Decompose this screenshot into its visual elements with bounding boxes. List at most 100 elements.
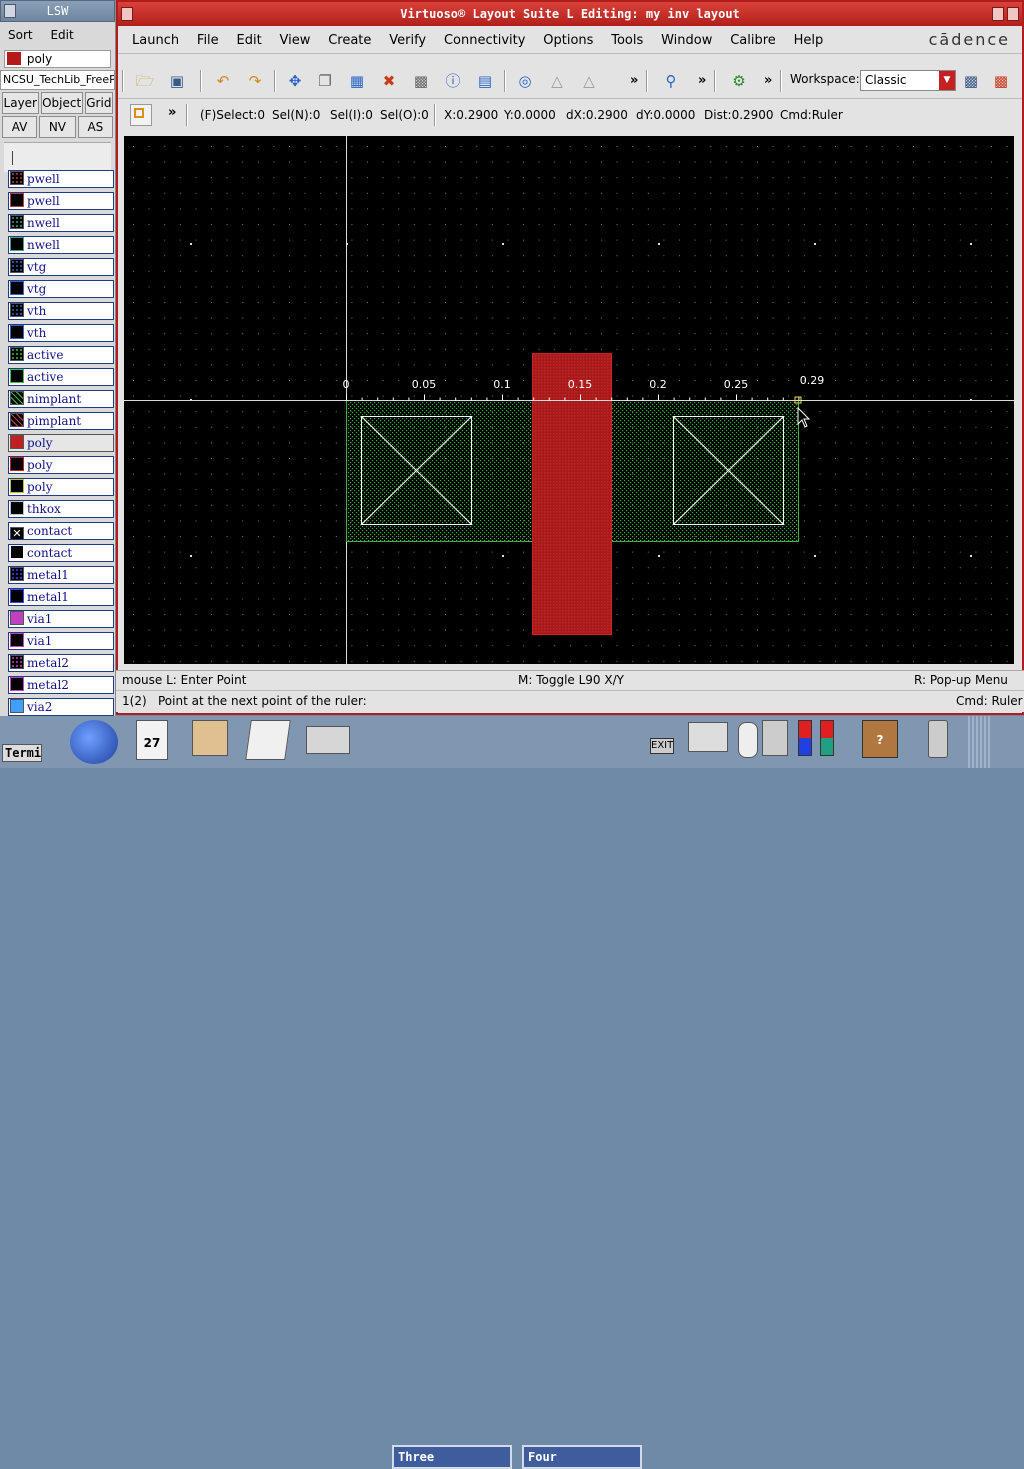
window-menu-icon[interactable] [121,7,133,21]
layer-row-poly[interactable]: poly [8,456,114,474]
layer-row-metal1[interactable]: metal1 [8,566,114,584]
workspace-four[interactable]: Four [522,1445,642,1469]
mouse-icon[interactable] [738,722,758,758]
all-selectable-button[interactable]: AS [77,116,113,138]
descend-icon[interactable]: △ [546,70,568,92]
none-visible-button[interactable]: NV [39,116,76,138]
layer-row-vth[interactable]: vth [8,324,114,342]
return-icon[interactable]: △ [578,70,600,92]
hierarchy-icon[interactable]: ◎ [514,70,536,92]
align-icon[interactable]: ▤ [474,70,496,92]
calendar-icon[interactable]: 27 [136,720,168,760]
layer-row-metal2[interactable]: metal2 [8,654,114,672]
menu-edit[interactable]: Edit [237,33,262,48]
color-palette-icon[interactable] [798,720,812,756]
menu-launch[interactable]: Launch [132,33,179,48]
tech-library-selector[interactable]: NCSU_TechLib_FreePDK45 [0,70,115,90]
layer-filter-input[interactable] [4,142,111,172]
prompt-bar: 1(2) Point at the next point of the rule… [116,690,1024,712]
mail-icon[interactable] [306,726,350,754]
file-manager-icon[interactable] [192,720,228,756]
layer-row-pwell[interactable]: pwell [8,170,114,188]
layer-row-metal2[interactable]: metal2 [8,676,114,694]
terminal-button[interactable]: Termi [2,744,42,762]
layer-name: metal1 [27,590,69,604]
toolbar-more-icon[interactable]: » [630,70,638,92]
layer-row-thkox[interactable]: thkox [8,500,114,518]
workspace-three[interactable]: Three [392,1445,512,1469]
menu-view[interactable]: View [280,33,311,48]
ruler-label-0: 0 [343,378,350,391]
layer-row-nwell[interactable]: nwell [8,214,114,232]
menu-tools[interactable]: Tools [611,33,643,48]
all-visible-button[interactable]: AV [2,116,38,138]
zoom-icon[interactable]: ⚲ [660,70,682,92]
window-menu-icon[interactable] [4,4,16,18]
layer-row-metal1[interactable]: metal1 [8,588,114,606]
toolbar-more-icon-2[interactable]: » [698,70,706,92]
trash-icon[interactable] [928,720,948,758]
layer-swatch [10,259,24,273]
taskbar-handle[interactable] [968,716,990,768]
layout-canvas[interactable]: 0 0.05 0.1 0.15 0.2 0.25 0.29 [124,136,1014,664]
properties-icon[interactable]: ▩ [410,70,432,92]
menu-help[interactable]: Help [794,33,824,48]
info-icon[interactable]: ⓘ [442,70,464,92]
layer-row-active[interactable]: active [8,368,114,386]
printer-icon[interactable] [688,722,728,752]
layer-row-via1[interactable]: via1 [8,610,114,628]
delete-icon[interactable]: ✖ [378,70,400,92]
copy-icon[interactable]: ❐ [314,70,336,92]
layer-row-contact[interactable]: contact [8,544,114,562]
toolbar-more-icon-4[interactable]: » [168,105,176,120]
workspace-save-icon[interactable]: ▩ [960,70,982,92]
layer-row-poly[interactable]: poly [8,478,114,496]
move-icon[interactable]: ✥ [284,70,306,92]
redo-icon[interactable]: ↷ [244,70,266,92]
help-icon[interactable]: ? [862,720,898,758]
lsw-menu-edit[interactable]: Edit [50,28,73,42]
layer-row-via2[interactable]: via2 [8,698,114,716]
menu-connectivity[interactable]: Connectivity [444,33,525,48]
layer-row-via1[interactable]: via1 [8,632,114,650]
menu-window[interactable]: Window [661,33,712,48]
layer-row-contact[interactable]: ✕ contact [8,522,114,540]
layer-row-pwell[interactable]: pwell [8,192,114,210]
stretch-icon[interactable]: ▦ [346,70,368,92]
chevron-down-icon[interactable]: ▼ [939,71,955,90]
tools-icon[interactable] [762,720,788,756]
close-icon[interactable] [1007,7,1019,21]
save-icon[interactable]: ▣ [166,70,188,92]
layer-row-vth[interactable]: vth [8,302,114,320]
workspace-select[interactable]: Classic ▼ [860,70,956,91]
maximize-icon[interactable] [992,7,1004,21]
color-palette-icon-2[interactable] [820,720,834,756]
lsw-menu-sort[interactable]: Sort [8,28,33,42]
menu-verify[interactable]: Verify [389,33,426,48]
workspace-delete-icon[interactable]: ▩ [990,70,1012,92]
layer-row-poly[interactable]: poly [8,434,114,452]
text-editor-icon[interactable] [245,720,291,760]
poly-gate[interactable] [532,353,612,635]
layer-row-nimplant[interactable]: nimplant [8,390,114,408]
open-folder-icon[interactable]: 🗁 [134,70,156,92]
layer-row-vtg[interactable]: vtg [8,280,114,298]
menu-file[interactable]: File [197,33,219,48]
layer-row-active[interactable]: active [8,346,114,364]
current-layer[interactable]: poly [4,50,111,68]
menu-create[interactable]: Create [328,33,371,48]
create-instance-icon[interactable]: ⚙ [728,70,750,92]
exit-button[interactable]: EXIT [650,738,674,754]
layer-row-pimplant[interactable]: pimplant [8,412,114,430]
menu-options[interactable]: Options [543,33,593,48]
object-filter-button[interactable]: Object [40,92,83,114]
layer-row-vtg[interactable]: vtg [8,258,114,276]
toolbar-more-icon-3[interactable]: » [764,70,772,92]
menu-calibre[interactable]: Calibre [730,33,776,48]
layer-row-nwell[interactable]: nwell [8,236,114,254]
undo-icon[interactable]: ↶ [212,70,234,92]
globe-icon[interactable] [70,720,118,764]
selection-mode-icon[interactable] [130,104,152,126]
layer-filter-button[interactable]: Layer [2,92,39,114]
grid-filter-button[interactable]: Grid [84,92,113,114]
